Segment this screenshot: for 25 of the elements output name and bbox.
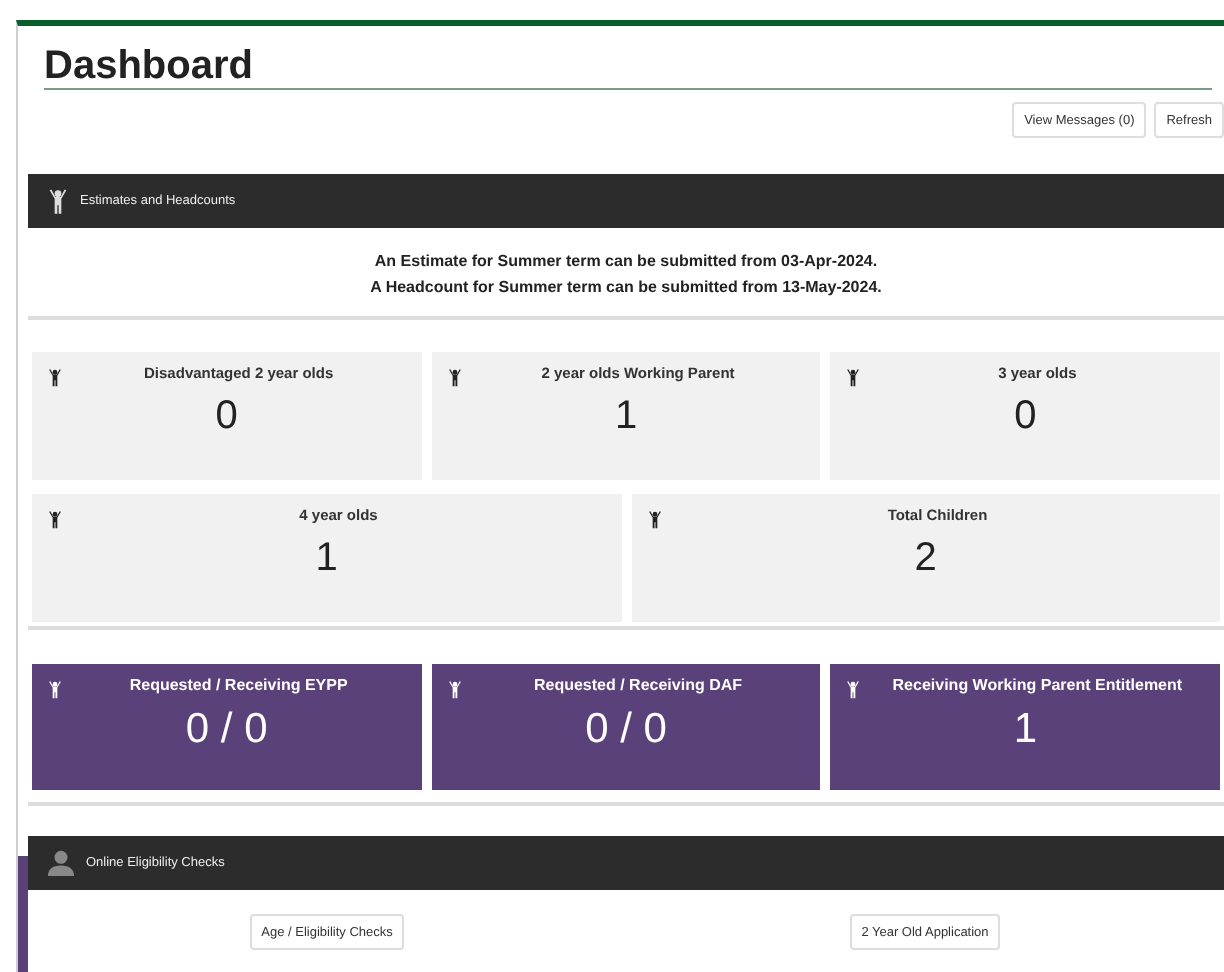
child-icon: [48, 510, 62, 530]
child-icon: [447, 680, 462, 700]
tile-value: 1: [1013, 706, 1038, 754]
tile-value: 0 / 0: [185, 706, 268, 754]
notice-text: An Estimate for Summer term can be submitted from 03-Apr-2024.: [372, 250, 880, 274]
tile-value: 0: [1014, 394, 1037, 440]
user-icon: [48, 850, 74, 876]
child-icon: [447, 368, 462, 388]
child-icon: [48, 680, 62, 700]
notice-text: A Headcount for Summer term can be submitted from 13-May-2024.: [368, 276, 884, 300]
tile-value: 1: [614, 394, 638, 440]
child-icon: [48, 368, 62, 388]
tile-label: Requested / Receiving DAF: [533, 676, 743, 694]
tile-value: 0: [215, 394, 238, 440]
tile-value: 0 / 0: [585, 706, 667, 754]
child-icon: [846, 368, 861, 388]
accent-bar: [18, 856, 28, 972]
tile-value: 2: [914, 536, 937, 582]
page-title: Dashboard: [44, 42, 255, 88]
child-icon: [647, 510, 661, 530]
child-icon: [48, 187, 68, 215]
tile-value: 1: [315, 536, 338, 582]
tile-label: Receiving Working Parent Entitlement: [892, 676, 1183, 694]
child-icon: [846, 680, 861, 700]
tile-label: Requested / Receiving EYPP: [129, 676, 348, 694]
